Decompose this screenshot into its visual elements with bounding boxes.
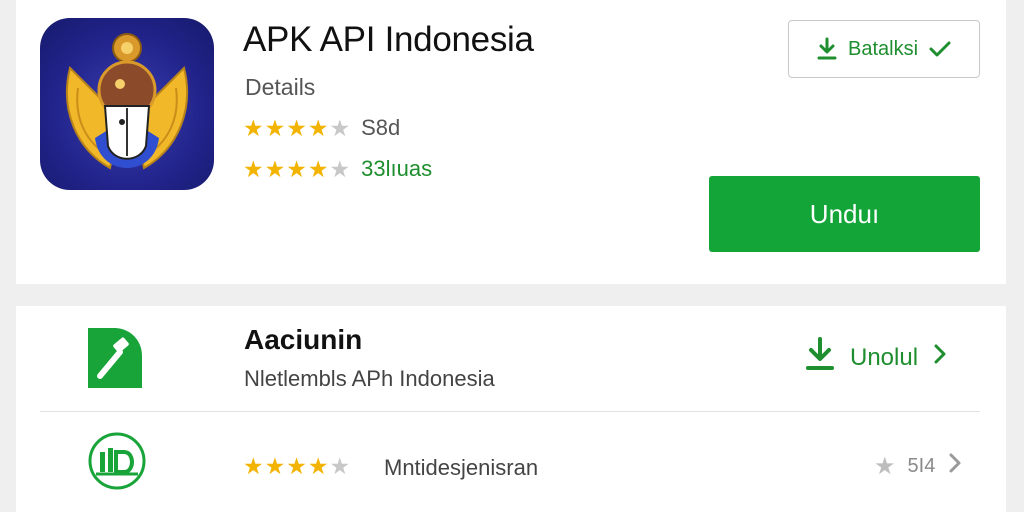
star-filled-icon: ★ <box>286 453 307 479</box>
rating-value: S8d <box>361 115 401 140</box>
rating-row-2: ★ ★ ★ ★ ★ 33lıuas <box>243 156 432 182</box>
star-filled-icon: ★ <box>264 453 286 479</box>
list-divider <box>40 411 980 412</box>
list-item-download-label: Unolul <box>850 343 919 371</box>
star-filled-icon: ★ <box>307 155 329 182</box>
install-status-label: Batalksi <box>847 37 919 60</box>
download-icon <box>816 37 838 61</box>
rating-count: 33lıuas <box>361 156 433 181</box>
download-icon <box>804 336 836 379</box>
list-item-label: Mntidesjenisran <box>384 455 539 480</box>
star-rating: ★ ★ ★ ★ ★ <box>243 114 351 141</box>
star-filled-icon: ★ <box>307 453 329 479</box>
idn-emblem-icon <box>86 430 148 492</box>
download-button[interactable]: Unduı <box>709 176 980 252</box>
list-item-meta-value: 5I4 <box>907 454 936 477</box>
star-filled-icon: ★ <box>286 114 307 141</box>
star-filled-icon: ★ <box>243 155 264 182</box>
chevron-right-icon <box>947 451 963 481</box>
list-item-title: Aaciunin <box>244 324 363 355</box>
list-item-rating: ★ ★ ★ ★ ★ <box>243 455 351 478</box>
star-filled-icon: ★ <box>243 114 264 141</box>
star-filled-icon: ★ <box>264 114 286 141</box>
check-icon <box>928 39 952 59</box>
star-empty-icon: ★ <box>329 155 351 182</box>
install-status-button[interactable]: Batalksi <box>788 20 980 78</box>
star-rating: ★ ★ ★ ★ ★ <box>243 155 351 182</box>
list-item-meta[interactable]: ★ 5I4 <box>874 451 963 481</box>
hammer-icon <box>84 322 146 392</box>
rating-row-1: ★ ★ ★ ★ ★ S8d <box>243 115 400 141</box>
star-filled-icon: ★ <box>286 155 307 182</box>
star-empty-icon: ★ <box>329 114 351 141</box>
star-empty-icon: ★ <box>329 453 351 479</box>
star-icon: ★ <box>874 452 896 480</box>
star-rating: ★ ★ ★ ★ ★ <box>243 455 351 478</box>
star-filled-icon: ★ <box>264 155 286 182</box>
star-filled-icon: ★ <box>243 453 264 479</box>
list-item-download-link[interactable]: Unolul <box>804 336 948 379</box>
details-link[interactable]: Details <box>245 74 315 101</box>
star-filled-icon: ★ <box>307 114 329 141</box>
app-title: APK API Indonesia <box>243 20 534 59</box>
garuda-emblem-icon[interactable] <box>40 18 214 190</box>
chevron-right-icon <box>932 342 948 373</box>
list-item-subtitle: Nletlembls APh Indonesia <box>244 366 495 391</box>
